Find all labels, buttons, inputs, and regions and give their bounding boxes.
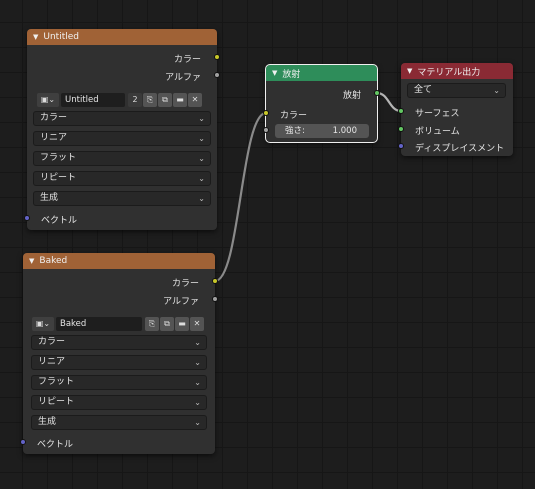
input-surface-socket[interactable] xyxy=(398,108,404,114)
dropdown-value: 全て xyxy=(414,85,433,95)
chevron-down-icon: ⌄ xyxy=(194,338,201,347)
folder-icon[interactable]: ▬ xyxy=(173,92,187,107)
dropdown-value: フラット xyxy=(40,153,77,163)
input-vector-label: ベクトル xyxy=(41,216,78,226)
interpolation-dropdown[interactable]: カラー ⌄ xyxy=(31,335,207,350)
image-datablock-row: ▣⌄ Baked ⎘ ⧉ ▬ ✕ xyxy=(32,316,204,331)
image-icon[interactable]: ▣⌄ xyxy=(37,92,59,107)
chevron-down-icon: ⌄ xyxy=(198,194,205,203)
duplicate-icon[interactable]: ⧉ xyxy=(160,316,174,331)
input-vector-label: ベクトル xyxy=(37,440,74,450)
output-color-socket[interactable] xyxy=(214,54,220,60)
output-alpha-socket[interactable] xyxy=(212,296,218,302)
emission-node[interactable]: ▼ 放射 放射 カラー 強さ: 1.000 xyxy=(263,64,380,143)
dropdown-value: リピート xyxy=(40,173,77,183)
strength-slider[interactable]: 強さ: 1.000 xyxy=(275,124,369,138)
input-strength-socket[interactable] xyxy=(263,127,269,133)
material-output-node[interactable]: ▼ マテリアル出力 全て ⌄ サーフェス ボリューム ディスプレイスメント xyxy=(398,63,513,156)
output-color-socket[interactable] xyxy=(212,278,218,284)
chevron-down-icon: ⌄ xyxy=(198,174,205,183)
output-alpha-label: アルファ xyxy=(163,297,199,307)
repeat-dropdown[interactable]: リピート ⌄ xyxy=(31,395,207,410)
output-alpha-label: アルファ xyxy=(165,73,201,83)
triangle-down-icon[interactable]: ▼ xyxy=(29,257,34,265)
dropdown-value: 生成 xyxy=(38,417,57,427)
image-icon[interactable]: ▣⌄ xyxy=(32,316,54,331)
image-datablock-row: ▣⌄ Untitled 2 ⎘ ⧉ ▬ ✕ xyxy=(37,92,202,107)
interpolation-dropdown[interactable]: カラー ⌄ xyxy=(33,111,211,126)
chevron-down-icon: ⌄ xyxy=(198,134,205,143)
fake-user-icon[interactable]: ⎘ xyxy=(145,316,159,331)
user-count[interactable]: 2 xyxy=(128,92,142,107)
dropdown-value: リニア xyxy=(40,133,68,143)
source-dropdown[interactable]: 生成 ⌄ xyxy=(31,415,207,430)
dropdown-value: カラー xyxy=(38,337,66,347)
close-icon[interactable]: ✕ xyxy=(190,316,204,331)
node-title: Untitled xyxy=(43,32,79,42)
fake-user-icon[interactable]: ⎘ xyxy=(143,92,157,107)
input-surface-label: サーフェス xyxy=(415,109,460,119)
image-name-field[interactable]: Baked xyxy=(56,316,142,331)
output-color-label: カラー xyxy=(173,55,201,65)
node-title: Baked xyxy=(39,256,68,266)
link-baked-color-to-emission-color xyxy=(214,111,267,283)
dropdown-value: リピート xyxy=(38,397,75,407)
input-displacement-socket[interactable] xyxy=(398,143,404,149)
input-color-label: カラー xyxy=(280,111,308,121)
extension-dropdown[interactable]: フラット ⌄ xyxy=(33,151,211,166)
repeat-dropdown[interactable]: リピート ⌄ xyxy=(33,171,211,186)
input-vector-socket[interactable] xyxy=(20,439,26,445)
output-emission-label: 放射 xyxy=(342,91,361,101)
node-header[interactable]: ▼ Baked xyxy=(23,253,215,269)
dropdown-value: リニア xyxy=(38,357,66,367)
chevron-down-icon: ⌄ xyxy=(194,358,201,367)
chevron-down-icon: ⌄ xyxy=(194,378,201,387)
triangle-down-icon[interactable]: ▼ xyxy=(407,67,412,75)
output-alpha-socket[interactable] xyxy=(214,72,220,78)
chevron-down-icon: ⌄ xyxy=(194,398,201,407)
projection-dropdown[interactable]: リニア ⌄ xyxy=(31,355,207,370)
output-color-label: カラー xyxy=(171,279,199,289)
strength-value: 1.000 xyxy=(332,126,357,136)
extension-dropdown[interactable]: フラット ⌄ xyxy=(31,375,207,390)
node-header[interactable]: ▼ 放射 xyxy=(266,65,377,81)
close-icon[interactable]: ✕ xyxy=(188,92,202,107)
output-emission-socket[interactable] xyxy=(374,90,380,96)
triangle-down-icon[interactable]: ▼ xyxy=(33,33,38,41)
dropdown-value: 生成 xyxy=(40,193,59,203)
node-title: 放射 xyxy=(282,69,301,80)
chevron-down-icon: ⌄ xyxy=(198,114,205,123)
target-dropdown[interactable]: 全て ⌄ xyxy=(407,83,506,98)
projection-dropdown[interactable]: リニア ⌄ xyxy=(33,131,211,146)
node-header[interactable]: ▼ Untitled xyxy=(27,29,217,45)
input-volume-socket[interactable] xyxy=(398,126,404,132)
input-displacement-label: ディスプレイスメント xyxy=(415,144,505,154)
dropdown-value: カラー xyxy=(40,113,68,123)
image-name-field[interactable]: Untitled xyxy=(61,92,125,107)
input-vector-socket[interactable] xyxy=(24,215,30,221)
dropdown-value: フラット xyxy=(38,377,75,387)
node-title: マテリアル出力 xyxy=(417,67,481,78)
chevron-down-icon: ⌄ xyxy=(198,154,205,163)
folder-icon[interactable]: ▬ xyxy=(175,316,189,331)
image-texture-node-untitled[interactable]: ▼ Untitled カラー アルファ ▣⌄ Untitled 2 ⎘ ⧉ ▬ … xyxy=(24,29,220,230)
chevron-down-icon: ⌄ xyxy=(194,418,201,427)
triangle-down-icon[interactable]: ▼ xyxy=(272,69,277,77)
link-emission-to-surface xyxy=(376,91,402,113)
chevron-down-icon: ⌄ xyxy=(493,86,500,95)
duplicate-icon[interactable]: ⧉ xyxy=(158,92,172,107)
input-volume-label: ボリューム xyxy=(415,127,460,137)
image-texture-node-baked[interactable]: ▼ Baked カラー アルファ ▣⌄ Baked ⎘ ⧉ ▬ ✕ カラー ⌄ … xyxy=(20,253,218,454)
source-dropdown[interactable]: 生成 ⌄ xyxy=(33,191,211,206)
node-header[interactable]: ▼ マテリアル出力 xyxy=(401,63,513,79)
strength-label: 強さ: xyxy=(285,126,305,136)
input-color-socket[interactable] xyxy=(263,110,269,116)
